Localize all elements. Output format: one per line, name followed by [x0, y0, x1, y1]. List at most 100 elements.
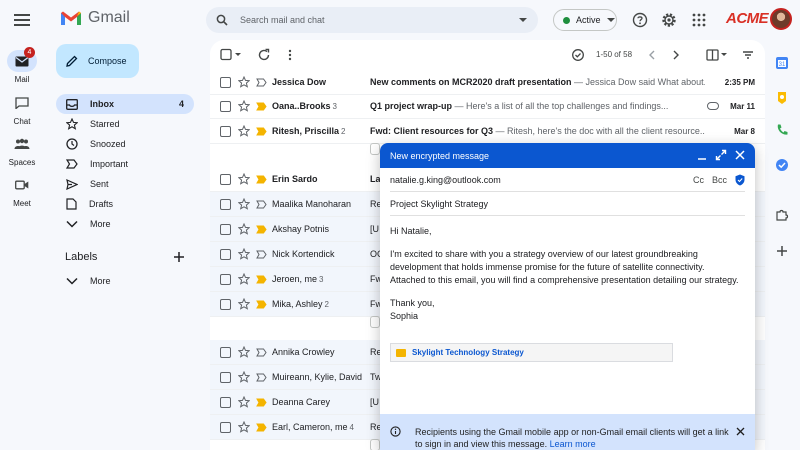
rail-meet-button[interactable]: [7, 174, 37, 196]
split-pane-icon[interactable]: [706, 48, 727, 62]
nav-important[interactable]: Important: [56, 154, 194, 174]
row-checkbox[interactable]: [220, 421, 231, 433]
star-icon[interactable]: [238, 346, 250, 358]
table-row[interactable]: Oana..Brooks 3 Q1 project wrap-up — Here's…: [210, 94, 765, 119]
row-checkbox[interactable]: [220, 76, 231, 88]
calendar-icon[interactable]: 31: [775, 56, 789, 70]
search-icon[interactable]: [216, 14, 228, 26]
select-all-checkbox[interactable]: [220, 48, 241, 62]
search-options-icon[interactable]: [518, 17, 528, 23]
add-label-icon[interactable]: [173, 251, 185, 263]
importance-marker-icon[interactable]: [256, 175, 267, 184]
more-options-icon[interactable]: [283, 48, 297, 62]
tasks-icon[interactable]: [775, 158, 789, 172]
star-icon[interactable]: [238, 396, 250, 408]
star-icon[interactable]: [238, 223, 250, 235]
minimize-icon[interactable]: [696, 149, 708, 161]
gear-icon[interactable]: [661, 12, 677, 28]
star-icon[interactable]: [238, 421, 250, 433]
thread-attachment-chip[interactable]: [370, 143, 380, 155]
star-icon[interactable]: [238, 298, 250, 310]
attachment-chip[interactable]: Skylight Technology Strategy: [390, 343, 673, 362]
bcc-button[interactable]: Bcc: [712, 175, 727, 185]
importance-marker-icon[interactable]: [256, 78, 267, 87]
apps-grid-icon[interactable]: [691, 12, 707, 28]
importance-marker-icon[interactable]: [256, 398, 267, 407]
star-icon[interactable]: [238, 273, 250, 285]
row-checkbox[interactable]: [220, 396, 231, 408]
prev-page-icon[interactable]: [645, 48, 659, 62]
encryption-shield-icon[interactable]: [735, 174, 745, 186]
add-ons-icon[interactable]: [775, 208, 789, 222]
importance-marker-icon[interactable]: [256, 275, 267, 284]
status-dropdown[interactable]: Active: [553, 9, 617, 31]
row-checkbox[interactable]: [220, 273, 231, 285]
account-avatar[interactable]: [770, 8, 792, 30]
add-icon[interactable]: [775, 244, 789, 258]
row-checkbox[interactable]: [220, 371, 231, 383]
star-icon[interactable]: [238, 100, 250, 112]
refresh-icon[interactable]: [257, 48, 271, 62]
star-icon[interactable]: [238, 371, 250, 383]
nav-sent[interactable]: Sent: [56, 174, 194, 194]
importance-marker-icon[interactable]: [256, 373, 267, 382]
importance-marker-icon[interactable]: [256, 127, 267, 136]
star-icon[interactable]: [238, 173, 250, 185]
importance-marker-icon[interactable]: [256, 200, 267, 209]
keep-icon[interactable]: [775, 91, 789, 105]
next-page-icon[interactable]: [669, 48, 683, 62]
gmail-logo[interactable]: Gmail: [60, 9, 130, 27]
recipients-field[interactable]: natalie.g.king@outlook.com Cc Bcc: [390, 168, 745, 192]
rail-mail[interactable]: 4 Mail: [0, 47, 44, 84]
search-input[interactable]: Search mail and chat: [240, 15, 518, 25]
row-checkbox[interactable]: [220, 125, 231, 137]
filter-icon[interactable]: [741, 48, 755, 62]
close-icon[interactable]: [734, 149, 746, 161]
table-row[interactable]: Jessica Dow New comments on MCR2020 draft…: [210, 70, 765, 95]
subject-field[interactable]: Project Skylight Strategy: [390, 192, 745, 216]
importance-marker-icon[interactable]: [256, 348, 267, 357]
star-icon[interactable]: [238, 76, 250, 88]
row-checkbox[interactable]: [220, 198, 231, 210]
row-checkbox[interactable]: [220, 248, 231, 260]
star-icon[interactable]: [238, 125, 250, 137]
star-icon[interactable]: [238, 198, 250, 210]
dismiss-notice-icon[interactable]: [736, 427, 745, 436]
rail-mail-button[interactable]: 4: [7, 47, 37, 72]
row-checkbox[interactable]: [220, 346, 231, 358]
thread-attachment-chip[interactable]: [370, 316, 380, 328]
row-checkbox[interactable]: [220, 298, 231, 310]
importance-marker-icon[interactable]: [256, 225, 267, 234]
recipient-address[interactable]: natalie.g.king@outlook.com: [390, 175, 501, 185]
row-checkbox[interactable]: [220, 173, 231, 185]
main-menu-icon[interactable]: [13, 12, 31, 28]
row-checkbox[interactable]: [220, 100, 231, 112]
row-checkbox[interactable]: [220, 223, 231, 235]
fullscreen-icon[interactable]: [715, 149, 727, 161]
star-icon[interactable]: [238, 248, 250, 260]
importance-marker-icon[interactable]: [256, 300, 267, 309]
rail-spaces[interactable]: Spaces: [0, 133, 44, 167]
compose-button[interactable]: Compose: [56, 44, 139, 78]
nav-starred[interactable]: Starred: [56, 114, 194, 134]
rail-meet[interactable]: Meet: [0, 174, 44, 208]
search-bar[interactable]: Search mail and chat: [206, 7, 538, 33]
phone-icon[interactable]: [775, 123, 789, 137]
message-body[interactable]: Hi Natalie, I'm excited to share with yo…: [390, 225, 740, 323]
compose-header[interactable]: New encrypted message: [380, 143, 755, 168]
table-row[interactable]: Ritesh, Priscilla 2 Fwd: Client resources …: [210, 119, 765, 144]
labels-more[interactable]: More: [56, 271, 194, 291]
learn-more-link[interactable]: Learn more: [550, 439, 596, 449]
nav-inbox[interactable]: Inbox 4: [56, 94, 194, 114]
help-icon[interactable]: [632, 12, 648, 28]
cc-button[interactable]: Cc: [693, 175, 704, 185]
importance-marker-icon[interactable]: [256, 250, 267, 259]
thread-attachment-chip[interactable]: [370, 439, 380, 450]
importance-marker-icon[interactable]: [256, 423, 267, 432]
rail-chat[interactable]: Chat: [0, 92, 44, 126]
importance-marker-icon[interactable]: [256, 102, 267, 111]
rail-spaces-button[interactable]: [7, 133, 37, 155]
rail-chat-button[interactable]: [7, 92, 37, 114]
nav-more[interactable]: More: [56, 214, 194, 234]
nav-snoozed[interactable]: Snoozed: [56, 134, 194, 154]
